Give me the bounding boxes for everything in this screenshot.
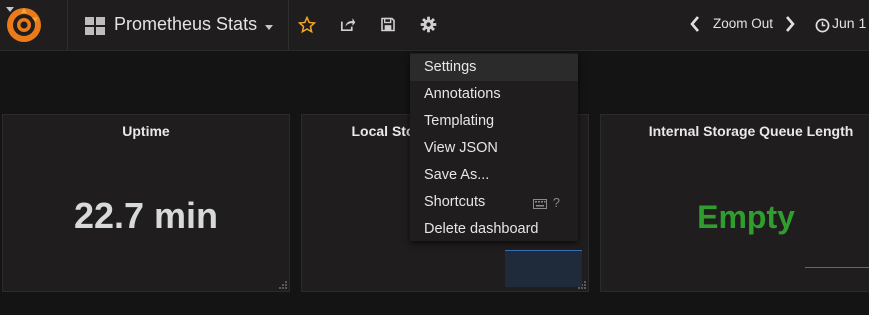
save-icon[interactable] xyxy=(380,16,396,33)
sparkline xyxy=(805,267,869,268)
menu-item-label: Templating xyxy=(424,113,495,129)
menu-item-shortcuts[interactable]: Shortcuts ? xyxy=(410,189,578,216)
menu-item-annotations[interactable]: Annotations xyxy=(410,81,578,108)
dashboard-title: Prometheus Stats xyxy=(114,14,258,34)
menu-item-view-json[interactable]: View JSON xyxy=(410,135,578,162)
settings-dropdown-menu: Settings Annotations Templating View JSO… xyxy=(410,53,578,241)
top-navbar: Prometheus Stats Zoom Out Jun 1 xyxy=(0,0,869,51)
star-icon[interactable] xyxy=(298,16,316,34)
menu-item-templating[interactable]: Templating xyxy=(410,108,578,135)
clock-icon xyxy=(815,18,830,33)
panel-uptime: Uptime 22.7 min xyxy=(2,114,290,292)
menu-item-label: Save As... xyxy=(424,167,490,183)
menu-item-label: Delete dashboard xyxy=(424,221,539,237)
chevron-down-icon xyxy=(6,7,14,12)
chevron-right-icon[interactable] xyxy=(785,15,795,33)
share-icon[interactable] xyxy=(339,16,356,33)
time-range-picker[interactable]: Jun 1 xyxy=(832,15,866,31)
dashboard-title-button[interactable]: Prometheus Stats xyxy=(69,0,289,51)
resize-handle-icon[interactable] xyxy=(278,280,287,289)
menu-item-label: Annotations xyxy=(424,86,501,102)
zoom-out-button[interactable]: Zoom Out xyxy=(713,16,773,31)
shortcut-hint: ? xyxy=(552,195,560,210)
menu-item-label: Settings xyxy=(424,59,477,75)
panel-title[interactable]: Internal Storage Queue Length xyxy=(601,123,869,139)
menu-item-label: Shortcuts xyxy=(424,194,486,210)
menu-item-save-as[interactable]: Save As... xyxy=(410,162,578,189)
menu-item-settings[interactable]: Settings xyxy=(410,54,578,81)
singlestat-value: Empty xyxy=(697,199,795,235)
panel-internal-storage-queue-length: Internal Storage Queue Length Empty xyxy=(600,114,869,292)
sparkline xyxy=(505,250,582,287)
gear-icon[interactable] xyxy=(420,16,437,33)
singlestat-value: 22.7 min xyxy=(73,195,219,236)
grafana-logo-button[interactable] xyxy=(0,0,68,51)
menu-item-delete-dashboard[interactable]: Delete dashboard xyxy=(410,216,578,243)
menu-item-label: View JSON xyxy=(424,140,498,156)
chevron-down-icon xyxy=(265,25,273,30)
chevron-left-icon[interactable] xyxy=(690,15,700,33)
keyboard-icon xyxy=(532,198,547,209)
dashboard-grid-icon xyxy=(85,17,105,35)
panel-title[interactable]: Uptime xyxy=(3,123,289,139)
